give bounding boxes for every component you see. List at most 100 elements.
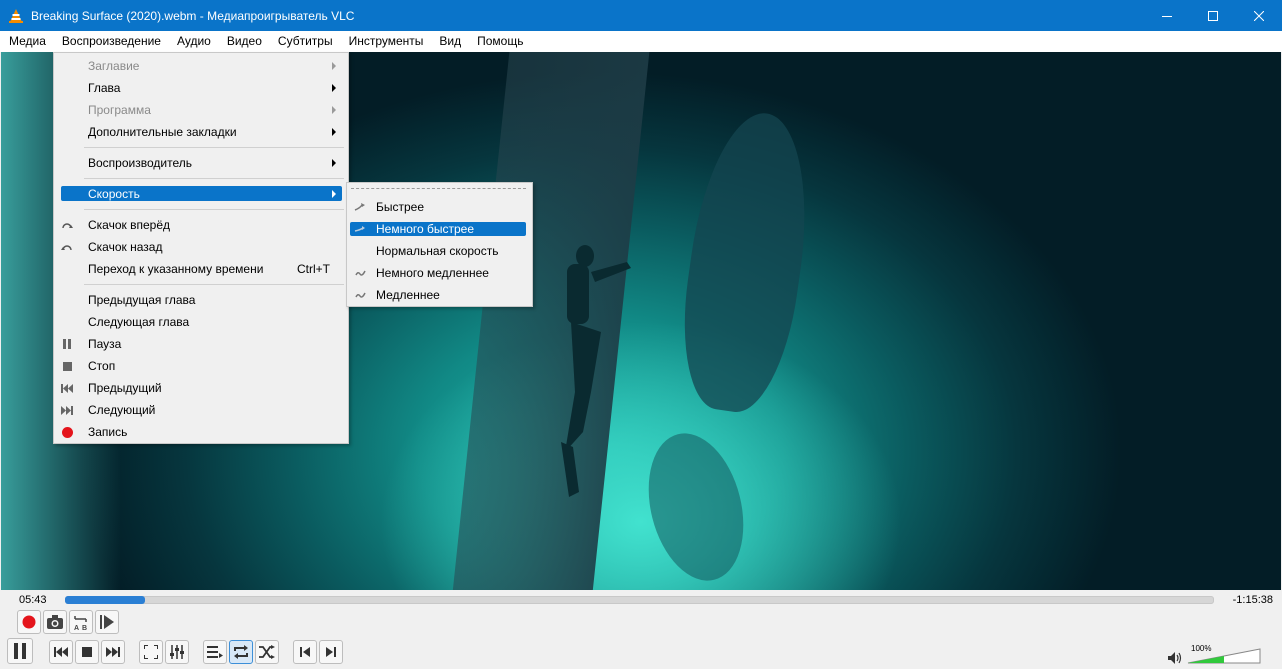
snapshot-button[interactable] bbox=[43, 610, 67, 634]
menu-item-label: Воспроизводитель bbox=[88, 156, 192, 170]
menu-item-goto-time[interactable]: Переход к указанному времени Ctrl+T bbox=[54, 258, 348, 280]
speed-submenu: Быстрее Немного быстрее Нормальная скоро… bbox=[346, 182, 533, 307]
menu-item-previous[interactable]: Предыдущий bbox=[54, 377, 348, 399]
menu-item-label: Скачок назад bbox=[88, 240, 163, 254]
extended-settings-button[interactable] bbox=[165, 640, 189, 664]
minimize-button[interactable] bbox=[1144, 0, 1190, 31]
menu-audio[interactable]: Аудио bbox=[169, 31, 219, 52]
next-button[interactable] bbox=[101, 640, 125, 664]
previous-icon bbox=[54, 647, 68, 657]
menu-video[interactable]: Видео bbox=[219, 31, 270, 52]
previous-icon bbox=[61, 382, 73, 394]
title-bar: Breaking Surface (2020).webm - Медиапрои… bbox=[0, 0, 1282, 31]
minimize-icon bbox=[1162, 15, 1172, 17]
slightly-slower-icon bbox=[354, 267, 366, 279]
maximize-icon bbox=[1208, 10, 1218, 21]
menu-media[interactable]: Медиа bbox=[0, 31, 54, 52]
stop-button[interactable] bbox=[75, 640, 99, 664]
equalizer-sliders-icon bbox=[170, 645, 184, 659]
menu-item-jump-forward[interactable]: Скачок вперёд bbox=[54, 214, 348, 236]
control-panel: 05:43 -1:15:38 AB 100% bbox=[0, 590, 1282, 669]
stop-icon bbox=[82, 647, 92, 657]
menu-separator bbox=[84, 284, 344, 285]
submenu-arrow-icon bbox=[332, 106, 336, 114]
menu-playback[interactable]: Воспроизведение bbox=[54, 31, 169, 52]
loop-ab-icon: AB bbox=[74, 616, 87, 631]
playlist-button[interactable] bbox=[203, 640, 227, 664]
jump-forward-icon bbox=[61, 219, 73, 231]
menu-item-label: Пауза bbox=[88, 337, 122, 351]
mute-button[interactable] bbox=[1168, 652, 1182, 667]
menu-item-label: Скорость bbox=[88, 187, 140, 201]
menu-separator bbox=[84, 178, 344, 179]
speed-item-faster[interactable]: Быстрее bbox=[347, 196, 532, 218]
menu-item-stop[interactable]: Стоп bbox=[54, 355, 348, 377]
propeller-blade-shape bbox=[670, 105, 822, 419]
window-title: Breaking Surface (2020).webm - Медиапрои… bbox=[31, 8, 355, 23]
menu-item-prev-chapter[interactable]: Предыдущая глава bbox=[54, 289, 348, 311]
slightly-faster-icon bbox=[354, 223, 366, 235]
volume-slider[interactable] bbox=[1187, 643, 1261, 664]
time-elapsed[interactable]: 05:43 bbox=[19, 594, 47, 606]
speed-item-slightly-slower[interactable]: Немного медленнее bbox=[347, 262, 532, 284]
previous-frame-button[interactable] bbox=[293, 640, 317, 664]
menu-item-next[interactable]: Следующий bbox=[54, 399, 348, 421]
pause-icon bbox=[61, 338, 73, 350]
faster-icon bbox=[354, 201, 366, 213]
play-pause-button[interactable] bbox=[7, 638, 33, 664]
speed-item-slower[interactable]: Медленнее bbox=[347, 284, 532, 306]
speed-item-label: Нормальная скорость bbox=[376, 244, 499, 258]
menu-item-renderer[interactable]: Воспроизводитель bbox=[54, 152, 348, 174]
menu-item-label: Заглавие bbox=[88, 59, 140, 73]
next-frame-button[interactable] bbox=[319, 640, 343, 664]
speed-item-normal[interactable]: Нормальная скорость bbox=[347, 240, 532, 262]
menu-item-label: Предыдущий bbox=[88, 381, 162, 395]
playback-menu: Заглавие Глава Программа Дополнительные … bbox=[53, 52, 349, 444]
menu-item-label: Стоп bbox=[88, 359, 116, 373]
time-remaining[interactable]: -1:15:38 bbox=[1233, 594, 1273, 606]
svg-text:B: B bbox=[82, 625, 87, 631]
menu-item-shortcut: Ctrl+T bbox=[297, 262, 330, 276]
fullscreen-button[interactable] bbox=[139, 640, 163, 664]
submenu-arrow-icon bbox=[332, 84, 336, 92]
submenu-arrow-icon bbox=[332, 190, 336, 198]
close-icon bbox=[1254, 10, 1264, 21]
menu-help[interactable]: Помощь bbox=[469, 31, 531, 52]
record-button[interactable] bbox=[17, 610, 41, 634]
menu-item-label: Запись bbox=[88, 425, 128, 439]
menu-bar: Медиа Воспроизведение Аудио Видео Субтит… bbox=[0, 31, 1282, 52]
record-icon bbox=[61, 426, 73, 438]
menu-item-program: Программа bbox=[54, 99, 348, 121]
playlist-icon bbox=[207, 646, 223, 658]
menu-separator bbox=[84, 209, 344, 210]
menu-item-chapter[interactable]: Глава bbox=[54, 77, 348, 99]
menu-item-record[interactable]: Запись bbox=[54, 421, 348, 443]
menu-view[interactable]: Вид bbox=[431, 31, 469, 52]
submenu-arrow-icon bbox=[332, 159, 336, 167]
speed-item-label: Немного медленнее bbox=[376, 266, 489, 280]
menu-subtitles[interactable]: Субтитры bbox=[270, 31, 341, 52]
shuffle-button[interactable] bbox=[255, 640, 279, 664]
menu-item-bookmarks[interactable]: Дополнительные закладки bbox=[54, 121, 348, 143]
menu-item-label: Предыдущая глава bbox=[88, 293, 196, 307]
close-button[interactable] bbox=[1236, 0, 1282, 31]
menu-item-speed[interactable]: Скорость bbox=[54, 183, 348, 205]
shuffle-icon bbox=[259, 645, 275, 659]
maximize-button[interactable] bbox=[1190, 0, 1236, 31]
vlc-cone-icon bbox=[8, 8, 24, 24]
speed-item-slightly-faster[interactable]: Немного быстрее bbox=[347, 218, 532, 240]
previous-button[interactable] bbox=[49, 640, 73, 664]
menu-item-jump-backward[interactable]: Скачок назад bbox=[54, 236, 348, 258]
diver-silhouette bbox=[561, 245, 631, 497]
frame-step-button[interactable] bbox=[95, 610, 119, 634]
menu-tools[interactable]: Инструменты bbox=[341, 31, 432, 52]
menu-item-label: Переход к указанному времени bbox=[88, 262, 264, 276]
menu-item-pause[interactable]: Пауза bbox=[54, 333, 348, 355]
seek-slider[interactable] bbox=[65, 596, 1214, 604]
menu-item-next-chapter[interactable]: Следующая глава bbox=[54, 311, 348, 333]
svg-text:A: A bbox=[74, 625, 79, 631]
loop-ab-button[interactable]: AB bbox=[69, 610, 93, 634]
record-icon bbox=[22, 615, 36, 629]
loop-button[interactable] bbox=[229, 640, 253, 664]
next-icon bbox=[61, 404, 73, 416]
